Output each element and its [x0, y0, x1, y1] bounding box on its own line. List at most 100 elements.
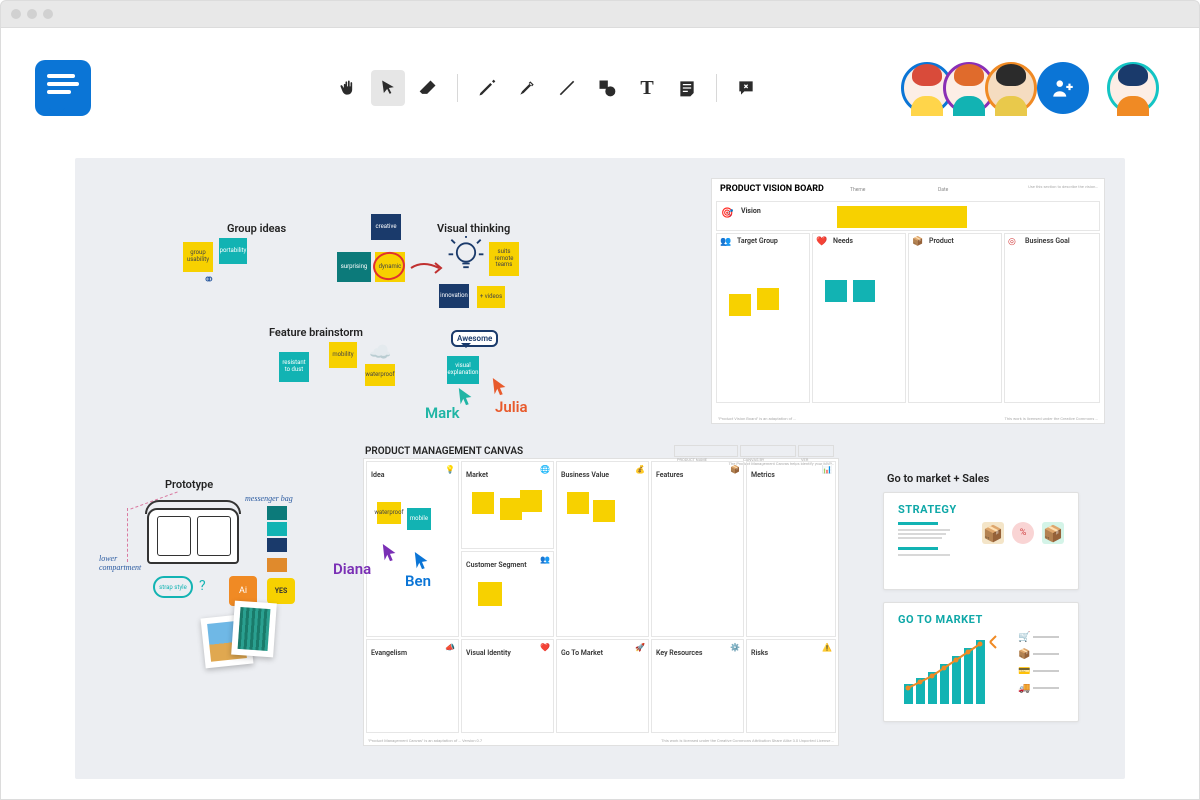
field-label: Theme — [850, 187, 865, 193]
slide-go-to-market[interactable]: GO TO MARKET — [883, 602, 1079, 722]
cell-title: Evangelism — [367, 646, 411, 660]
header-field: PRODUCT NAME — [674, 445, 738, 457]
yes-badge[interactable]: YES — [267, 578, 295, 604]
panel-footnote: This work is licensed under the Creative… — [1004, 416, 1098, 421]
note-tool[interactable] — [670, 70, 704, 106]
toolbar-separator — [457, 74, 458, 102]
vision-banner[interactable] — [837, 206, 967, 228]
sticky-note[interactable]: innovation — [439, 284, 469, 308]
section-title-group-ideas: Group ideas — [227, 222, 286, 235]
annotation-pill: strap style — [153, 576, 193, 598]
cloud-icon: ☁️ — [369, 342, 391, 363]
current-user-avatar[interactable] — [1117, 62, 1169, 114]
field-label: Date — [938, 187, 948, 193]
slide-strategy[interactable]: STRATEGY 📦 % 📦 — [883, 492, 1079, 590]
sticky-note[interactable]: resistant to dust — [279, 352, 309, 382]
section-title-prototype: Prototype — [165, 478, 213, 491]
sticky-note[interactable] — [567, 492, 589, 514]
line-tool[interactable] — [550, 70, 584, 106]
sticky-note[interactable]: mobile — [407, 508, 431, 530]
cell-title: Vision — [737, 204, 765, 218]
sticky-note[interactable] — [593, 500, 615, 522]
bar-line-chart-icon — [898, 632, 1008, 710]
app-frame: T — [0, 28, 1200, 800]
annotation: messenger bag — [245, 494, 293, 503]
sticky-note[interactable]: suits remote teams — [489, 242, 519, 276]
question-mark-icon: ? — [199, 578, 206, 594]
sticky-note[interactable] — [729, 294, 751, 316]
annotation: lower compartment — [99, 554, 149, 572]
sticky-note[interactable] — [500, 498, 522, 520]
cell-title: Idea — [367, 468, 388, 482]
product-vision-board[interactable]: PRODUCT VISION BOARD Theme Date Use this… — [711, 178, 1105, 424]
cell-title: Business Value — [557, 468, 613, 482]
window-close-dot[interactable] — [11, 9, 21, 19]
cell-title: Market — [462, 468, 492, 482]
shape-tool[interactable] — [590, 70, 624, 106]
sticky-note[interactable]: mobility — [329, 342, 357, 368]
cell-title: Customer Segment — [462, 558, 531, 572]
sticky-note[interactable]: portability — [219, 238, 247, 264]
section-title-visual-thinking: Visual thinking — [437, 222, 510, 235]
sticky-note[interactable]: visual explanation — [447, 356, 479, 384]
panel-footnote: This work is licensed under the Creative… — [661, 738, 834, 743]
cell-title: Target Group — [733, 234, 782, 248]
sticky-note[interactable] — [472, 492, 494, 514]
sticky-note[interactable] — [478, 582, 502, 606]
cell-title: Go To Market — [557, 646, 607, 660]
cell-title: Metrics — [747, 468, 779, 482]
product-management-canvas[interactable]: PRODUCT NAME CANVAS BY VER The Product M… — [363, 458, 839, 746]
cursor-label: Ben — [405, 572, 431, 590]
cursor-label: Julia — [495, 398, 528, 416]
sticky-note[interactable]: waterproof — [377, 502, 401, 524]
cell-title: Needs — [829, 234, 857, 248]
sticky-note[interactable]: group usability — [183, 242, 213, 272]
cell-title: Risks — [747, 646, 772, 660]
select-tool[interactable] — [371, 70, 405, 106]
people-icon: ⚭ — [203, 272, 215, 288]
window-min-dot[interactable] — [27, 9, 37, 19]
cell-title: Features — [652, 468, 687, 482]
cell-title: Key Resources — [652, 646, 706, 660]
toolbar-separator — [716, 74, 717, 102]
slide-title: GO TO MARKET — [898, 613, 1064, 626]
sticky-note[interactable] — [825, 280, 847, 302]
cell-title: Visual Identity — [462, 646, 515, 660]
text-tool[interactable]: T — [630, 70, 664, 106]
collaborators — [921, 62, 1169, 114]
whiteboard-canvas[interactable]: Group ideas group usability portability … — [75, 158, 1125, 779]
header-field: VER — [798, 445, 834, 457]
comment-tool[interactable] — [729, 70, 763, 106]
toolbar: T — [331, 70, 763, 106]
sticky-note[interactable]: surprising — [337, 252, 371, 282]
color-swatch[interactable] — [267, 506, 287, 520]
sticky-note[interactable]: + videos — [477, 286, 505, 308]
highlighter-tool[interactable] — [510, 70, 544, 106]
header-field: CANVAS BY — [740, 445, 796, 457]
hand-tool[interactable] — [331, 70, 365, 106]
app-logo[interactable] — [35, 60, 91, 116]
panel-footnote: "Product Vision Board" is an adaptation … — [718, 416, 796, 421]
eraser-tool[interactable] — [411, 70, 445, 106]
panel-hint: Use this section to describe the vision… — [1008, 185, 1098, 190]
photo-thumbnail[interactable] — [231, 601, 277, 658]
sticky-note[interactable]: waterproof — [365, 364, 395, 386]
color-swatch[interactable] — [267, 558, 287, 572]
cell-title: Product — [925, 234, 958, 248]
color-swatch[interactable] — [267, 522, 287, 536]
prototype-sketch[interactable] — [147, 508, 239, 564]
panel-title: PRODUCT MANAGEMENT CANVAS — [365, 446, 523, 457]
window-max-dot[interactable] — [43, 9, 53, 19]
speech-bubble: Awesome — [451, 330, 498, 347]
cursor-label: Mark — [425, 404, 460, 422]
collaborator-avatar-mark[interactable] — [995, 62, 1047, 114]
sticky-note[interactable]: creative — [371, 214, 401, 240]
pen-tool[interactable] — [470, 70, 504, 106]
sticky-note[interactable] — [757, 288, 779, 310]
slide-title: STRATEGY — [898, 503, 1064, 516]
sticky-note[interactable] — [520, 490, 542, 512]
color-swatch[interactable] — [267, 538, 287, 552]
panel-footnote: "Product Management Canvas" is an adapta… — [368, 738, 482, 743]
sticky-note[interactable] — [853, 280, 875, 302]
section-title-gtm: Go to market + Sales — [887, 472, 989, 485]
